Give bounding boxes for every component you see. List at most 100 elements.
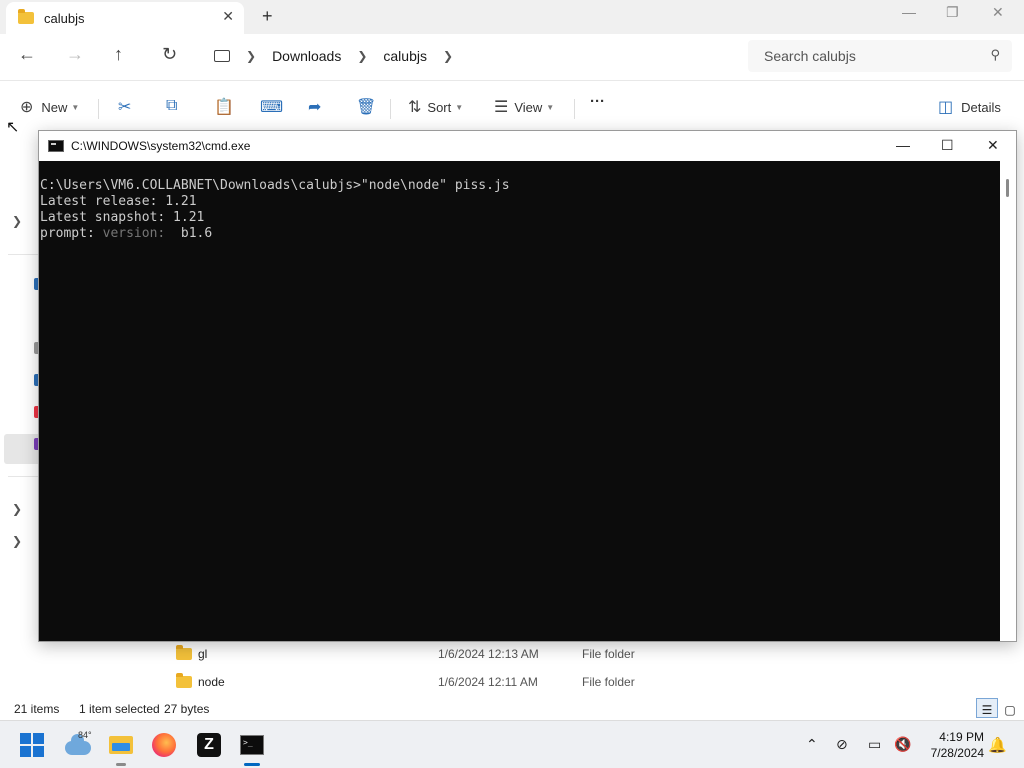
- chevron-right-icon[interactable]: ❯: [12, 214, 22, 228]
- close-icon[interactable]: ✕: [992, 4, 1004, 21]
- chevron-right-icon[interactable]: ❯: [357, 49, 367, 63]
- chevron-right-icon[interactable]: ❯: [12, 502, 22, 516]
- console-line: Latest snapshot: 1.21: [40, 210, 205, 225]
- network-off-icon[interactable]: ⊘: [836, 736, 848, 753]
- list-item[interactable]: node 1/6/2024 12:11 AM File folder: [176, 669, 696, 695]
- close-icon[interactable]: ✕: [987, 137, 999, 154]
- chevron-down-icon: ▼: [546, 102, 555, 112]
- list-item[interactable]: gl 1/6/2024 12:13 AM File folder: [176, 641, 696, 667]
- rename-icon[interactable]: ⌨: [260, 97, 283, 117]
- start-button[interactable]: [16, 729, 48, 761]
- prompt-hint: version:: [102, 226, 166, 241]
- file-name: gl: [198, 647, 208, 661]
- maximize-icon[interactable]: ☐: [941, 137, 954, 154]
- notification-bell-icon[interactable]: 🔔: [988, 736, 1007, 754]
- prompt-label: prompt:: [40, 226, 103, 241]
- details-view-icon: ☰: [981, 703, 993, 717]
- refresh-icon[interactable]: ↻: [162, 44, 177, 65]
- new-button[interactable]: ⊕ New ▼: [20, 97, 79, 117]
- details-button[interactable]: ◫ Details: [938, 97, 1001, 117]
- copy-icon[interactable]: ⧉: [166, 97, 177, 115]
- taskbar-cmd[interactable]: >_: [236, 729, 268, 766]
- more-options-button[interactable]: ···: [590, 93, 605, 110]
- chevron-down-icon: ▼: [455, 102, 464, 112]
- cmd-title: C:\WINDOWS\system32\cmd.exe: [71, 139, 251, 153]
- details-pane-icon: ◫: [938, 99, 954, 116]
- chevron-right-icon[interactable]: ❯: [12, 534, 22, 548]
- sort-button[interactable]: ⇅ Sort ▼: [408, 97, 463, 117]
- breadcrumb-downloads[interactable]: Downloads: [272, 48, 341, 64]
- navigation-pane: ❯ ❯ ❯: [0, 132, 40, 698]
- forward-arrow-icon[interactable]: →: [66, 44, 84, 65]
- view-label: View: [514, 99, 543, 115]
- cut-icon[interactable]: ✂: [118, 97, 131, 117]
- taskbar-firefox[interactable]: [148, 729, 180, 761]
- status-bar: 21 items 1 item selected 27 bytes ☰ ▢: [0, 698, 1024, 720]
- tiles-view-button[interactable]: ▢: [999, 698, 1021, 718]
- scrollbar[interactable]: [1000, 161, 1016, 641]
- item-count: 21 items: [14, 702, 60, 716]
- taskbar-zed[interactable]: Z: [193, 729, 225, 761]
- search-icon: ⚲: [990, 47, 1000, 62]
- tiles-view-icon: ▢: [1004, 703, 1016, 717]
- weather-cloud-icon: [65, 734, 91, 755]
- divider: [390, 99, 391, 119]
- up-arrow-icon[interactable]: ↑: [114, 44, 123, 65]
- console-line: C:\Users\VM6.COLLABNET\Downloads\calubjs…: [40, 178, 510, 193]
- file-name: node: [198, 675, 225, 689]
- cmd-window[interactable]: C:\WINDOWS\system32\cmd.exe — ☐ ✕ C:\Use…: [38, 130, 1017, 642]
- console-output[interactable]: C:\Users\VM6.COLLABNET\Downloads\calubjs…: [39, 161, 1000, 641]
- breadcrumb-calubjs[interactable]: calubjs: [383, 48, 427, 64]
- display-icon[interactable]: ▭: [868, 736, 881, 753]
- mouse-cursor-icon: ↖: [6, 119, 20, 136]
- divider: [574, 99, 575, 119]
- minimize-icon[interactable]: —: [896, 137, 910, 153]
- delete-icon[interactable]: 🗑: [356, 97, 376, 117]
- command-bar: ⊕ New ▼ ✂ ⧉ 📋 ⌨ ➦ 🗑 ⇅ Sort ▼ ☰ View ▼ ··…: [0, 80, 1024, 132]
- file-type: File folder: [582, 647, 635, 661]
- chevron-right-icon[interactable]: ❯: [443, 49, 453, 63]
- clock-date: 7/28/2024: [930, 746, 984, 760]
- view-button[interactable]: ☰ View ▼: [494, 97, 554, 117]
- minimize-icon[interactable]: —: [902, 4, 916, 20]
- chevron-up-icon[interactable]: ⌃: [806, 736, 818, 753]
- console-prompt-line[interactable]: prompt: version: b1.6: [40, 226, 1000, 242]
- tab-close-icon[interactable]: ✕: [222, 8, 234, 25]
- selection-size: 27 bytes: [164, 702, 210, 716]
- back-arrow-icon[interactable]: ←: [18, 44, 36, 65]
- firefox-icon: [152, 733, 176, 757]
- details-label: Details: [961, 99, 1001, 115]
- paste-icon[interactable]: 📋: [214, 97, 234, 117]
- selection-count: 1 item selected: [79, 702, 160, 716]
- cmd-title-bar[interactable]: C:\WINDOWS\system32\cmd.exe: [39, 131, 1016, 161]
- active-indicator: [244, 763, 260, 766]
- tab-calubjs[interactable]: calubjs ✕: [6, 2, 244, 34]
- chevron-right-icon[interactable]: ❯: [246, 49, 256, 63]
- this-pc-icon: [214, 50, 230, 62]
- explorer-title-bar: calubjs ✕ + — ❐ ✕: [0, 0, 1024, 34]
- volume-muted-icon[interactable]: 🔇: [894, 736, 911, 753]
- search-input[interactable]: Search calubjs ⚲: [748, 40, 1012, 72]
- clock-time: 4:19 PM: [939, 730, 984, 744]
- divider: [8, 254, 40, 255]
- details-view-button[interactable]: ☰: [976, 698, 998, 718]
- plus-circle-icon: ⊕: [20, 99, 34, 116]
- restore-icon[interactable]: ❐: [946, 4, 959, 21]
- tab-label: calubjs: [44, 10, 85, 26]
- clock[interactable]: 4:19 PM 7/28/2024: [920, 729, 984, 761]
- weather-temperature: 84°: [78, 730, 92, 740]
- divider: [8, 476, 40, 477]
- breadcrumb[interactable]: ❯ Downloads ❯ calubjs ❯: [200, 40, 740, 72]
- taskbar-file-explorer[interactable]: [105, 729, 137, 766]
- search-placeholder: Search calubjs: [764, 48, 856, 64]
- share-icon[interactable]: ➦: [308, 97, 321, 117]
- folder-icon: [176, 645, 192, 660]
- file-explorer-icon: [109, 736, 133, 754]
- scrollbar-thumb[interactable]: [1006, 179, 1009, 197]
- file-date: 1/6/2024 12:13 AM: [438, 647, 539, 661]
- view-icon: ☰: [494, 99, 509, 116]
- running-indicator: [116, 763, 126, 766]
- new-tab-button[interactable]: +: [262, 6, 273, 27]
- console-line: Latest release: 1.21: [40, 194, 197, 209]
- prompt-input-value[interactable]: b1.6: [165, 226, 212, 241]
